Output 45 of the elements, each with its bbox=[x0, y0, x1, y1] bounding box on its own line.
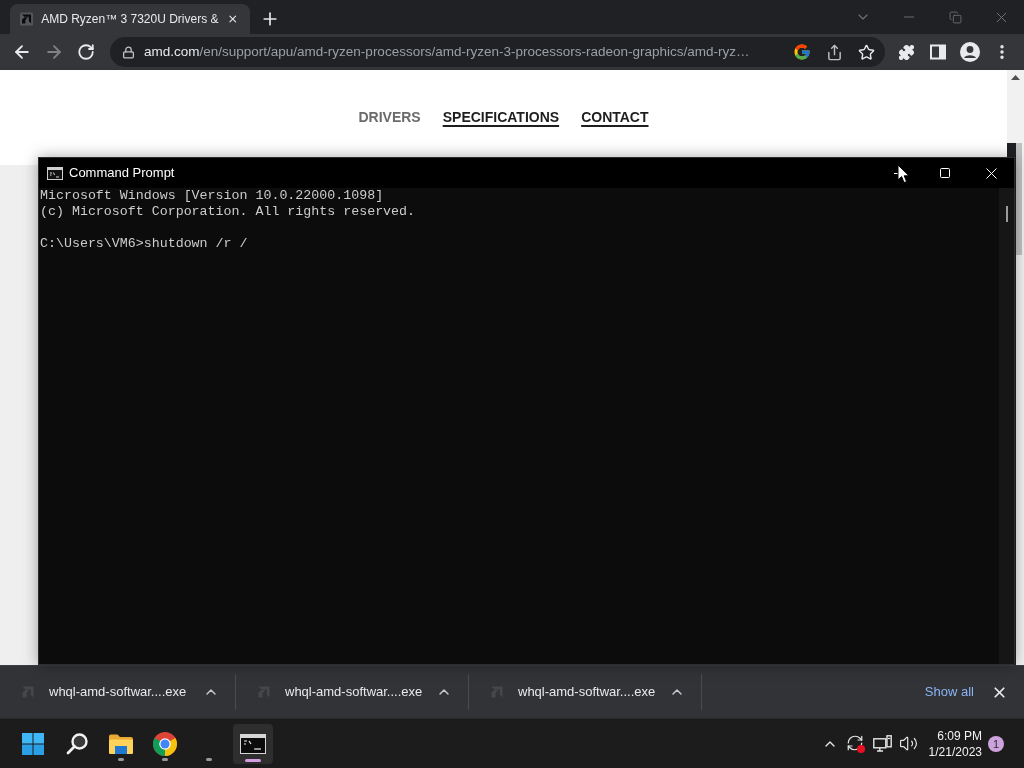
console-output-line: Microsoft Windows [Version 10.0.22000.1098] bbox=[40, 188, 384, 204]
show-all-link[interactable]: Show all bbox=[924, 682, 974, 702]
forward-icon bbox=[44, 42, 64, 62]
scrollbar-thumb[interactable] bbox=[1016, 143, 1022, 255]
nav-link[interactable]: CONTACT bbox=[581, 107, 649, 128]
scroll-up-arrow-icon[interactable] bbox=[1011, 75, 1020, 80]
maximize-icon bbox=[940, 168, 950, 178]
clock[interactable]: 6:09 PM 1/21/2023 bbox=[928, 727, 982, 760]
windows-logo-icon bbox=[22, 732, 44, 755]
download-item[interactable]: whql-amd-softwar....exe bbox=[236, 674, 469, 710]
back-icon bbox=[12, 42, 32, 62]
share-icon[interactable] bbox=[825, 43, 843, 61]
terminal-icon bbox=[47, 166, 63, 180]
taskbar-button[interactable] bbox=[233, 723, 273, 764]
console-command-line: C:\Users\VM6>shutdown /r / bbox=[40, 236, 248, 252]
browser-tab[interactable]: AMD Ryzen™ 3 7320U Drivers & bbox=[10, 4, 250, 34]
window-title: Command Prompt bbox=[69, 164, 175, 183]
nav-link[interactable]: DRIVERS bbox=[358, 107, 421, 128]
download-item[interactable]: whql-amd-softwar....exe bbox=[469, 674, 702, 710]
reload-icon bbox=[77, 43, 95, 61]
side-panel-icon[interactable] bbox=[930, 44, 946, 60]
volume-icon[interactable] bbox=[899, 734, 919, 753]
folder-icon bbox=[109, 733, 133, 754]
clock-time: 6:09 PM bbox=[937, 727, 982, 744]
chrome-logo-icon bbox=[153, 731, 177, 756]
terminal-icon bbox=[240, 733, 266, 754]
profile-icon[interactable] bbox=[960, 42, 980, 62]
amd-logo-icon bbox=[20, 11, 34, 27]
google-icon[interactable] bbox=[793, 43, 811, 61]
clock-date: 1/21/2023 bbox=[928, 743, 982, 760]
network-icon[interactable] bbox=[873, 735, 893, 752]
search-icon bbox=[66, 732, 88, 755]
bookmark-star-icon[interactable] bbox=[857, 43, 875, 61]
notification-badge[interactable]: 1 bbox=[988, 735, 1004, 752]
address-bar[interactable]: amd.com/en/support/apu/amd-ryzen-processors/amd-ryzen-3-processors-radeon-graphics/amd-ryz… bbox=[110, 37, 885, 67]
console-output-line: (c) Microsoft Corporation. All rights reserved. bbox=[40, 204, 416, 220]
scrollbar-thumb[interactable] bbox=[1005, 206, 1008, 222]
sync-icon[interactable] bbox=[845, 734, 865, 753]
close-tab-icon[interactable] bbox=[226, 12, 238, 26]
nav-link[interactable]: SPECIFICATIONS bbox=[442, 107, 560, 128]
download-item[interactable]: whql-amd-softwar....exe bbox=[0, 674, 236, 710]
lock-icon[interactable] bbox=[122, 45, 135, 59]
mouse-cursor-icon bbox=[897, 164, 910, 184]
extensions-icon[interactable] bbox=[897, 43, 915, 61]
close-icon bbox=[985, 167, 997, 179]
